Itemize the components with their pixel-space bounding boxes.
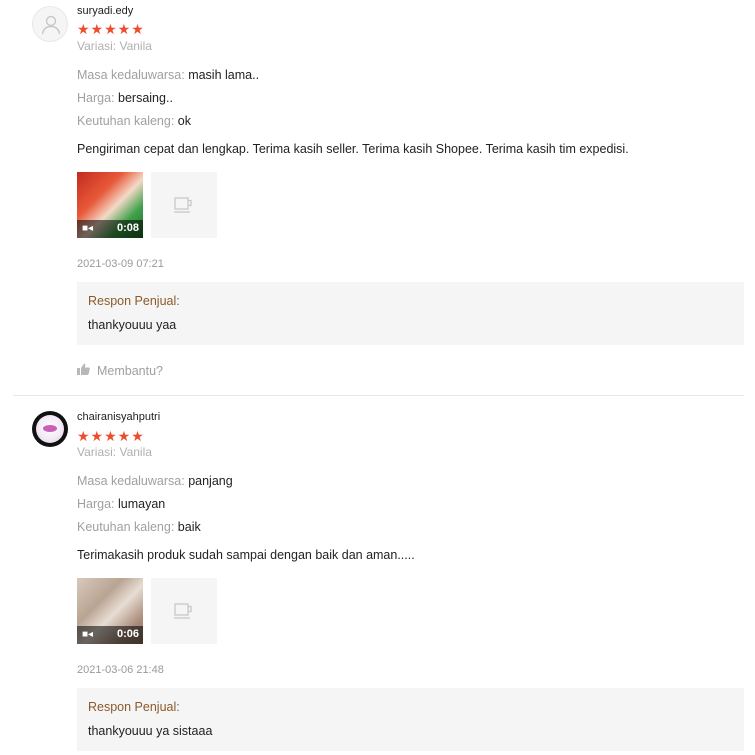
reviewer-username[interactable]: chairanisyahputri xyxy=(77,411,160,423)
reviewer-username[interactable]: suryadi.edy xyxy=(77,5,133,17)
review-divider xyxy=(13,395,744,396)
helpful-label: Membantu? xyxy=(97,364,164,378)
video-info-bar: ■◂ 0:08 xyxy=(77,220,143,238)
review-image-placeholder[interactable] xyxy=(151,172,217,238)
avatar[interactable] xyxy=(32,6,68,42)
seller-response-label: Respon Penjual: xyxy=(88,700,180,714)
review-timestamp: 2021-03-06 21:48 xyxy=(77,664,164,676)
seller-response-text: thankyouuu ya sistaaa xyxy=(88,724,213,738)
seller-response-label: Respon Penjual: xyxy=(88,294,180,308)
video-camera-icon: ■◂ xyxy=(82,629,94,640)
review-comment: Terimakasih produk sudah sampai dengan b… xyxy=(77,548,415,562)
attribute-value: bersaing.. xyxy=(118,91,173,105)
seller-response: Respon Penjual: thankyouuu ya sistaaa xyxy=(77,688,744,751)
attribute-key: Harga: xyxy=(77,91,115,105)
review-video-thumbnail[interactable]: ■◂ 0:06 xyxy=(77,578,143,644)
attribute-can-condition: Keutuhan kaleng: ok xyxy=(77,114,191,128)
attribute-key: Keutuhan kaleng: xyxy=(77,114,175,128)
video-duration: 0:08 xyxy=(116,222,139,234)
video-duration: 0:06 xyxy=(116,628,139,640)
video-info-bar: ■◂ 0:06 xyxy=(77,626,143,644)
attribute-price: Harga: lumayan xyxy=(77,497,165,511)
seller-response-text: thankyouuu yaa xyxy=(88,318,177,332)
attribute-value: masih lama.. xyxy=(188,68,260,82)
attribute-value: ok xyxy=(177,114,191,128)
star-rating: ★★★★★ xyxy=(77,21,145,37)
attribute-expiry: Masa kedaluwarsa: masih lama.. xyxy=(77,68,259,82)
review-timestamp: 2021-03-09 07:21 xyxy=(77,258,164,270)
review-comment: Pengiriman cepat dan lengkap. Terima kas… xyxy=(77,142,629,156)
variation-label: Variasi: Vanila xyxy=(77,445,152,459)
review-image-placeholder[interactable] xyxy=(151,578,217,644)
video-camera-icon: ■◂ xyxy=(82,223,94,234)
attribute-key: Keutuhan kaleng: xyxy=(77,520,175,534)
attribute-value: panjang xyxy=(188,474,233,488)
attribute-value: baik xyxy=(177,520,201,534)
review-video-thumbnail[interactable]: ■◂ 0:08 xyxy=(77,172,143,238)
thumbs-up-icon xyxy=(77,363,91,378)
variation-label: Variasi: Vanila xyxy=(77,39,152,53)
user-silhouette-icon xyxy=(41,15,61,35)
attribute-value: lumayan xyxy=(118,497,166,511)
seller-response: Respon Penjual: thankyouuu yaa xyxy=(77,282,744,345)
attribute-key: Masa kedaluwarsa: xyxy=(77,474,185,488)
coffee-cup-icon xyxy=(174,197,192,213)
attribute-can-condition: Keutuhan kaleng: baik xyxy=(77,520,201,534)
avatar-image xyxy=(36,415,64,443)
attribute-key: Harga: xyxy=(77,497,115,511)
attribute-price: Harga: bersaing.. xyxy=(77,91,173,105)
attribute-key: Masa kedaluwarsa: xyxy=(77,68,185,82)
helpful-button[interactable]: Membantu? xyxy=(77,363,163,378)
attribute-expiry: Masa kedaluwarsa: panjang xyxy=(77,474,233,488)
coffee-cup-icon xyxy=(174,603,192,619)
avatar[interactable] xyxy=(32,411,68,447)
star-rating: ★★★★★ xyxy=(77,428,145,444)
